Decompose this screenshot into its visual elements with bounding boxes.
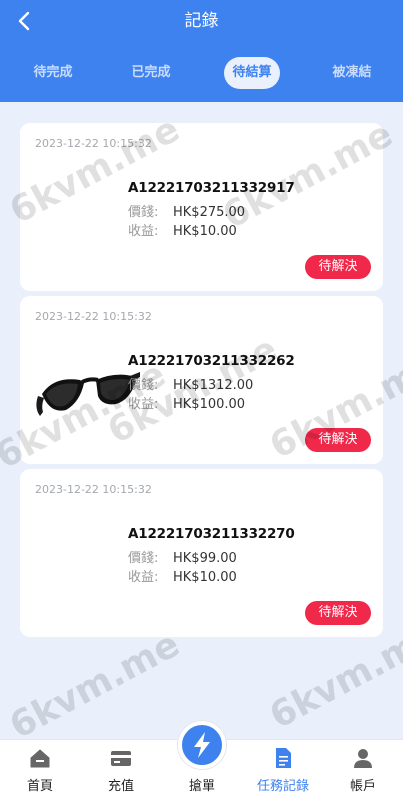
card-icon — [111, 751, 131, 766]
sunglasses-image — [36, 372, 140, 416]
nav-label: 搶單 — [188, 779, 215, 794]
status-tabs: 待完成 已完成 待結算 被凍結 — [0, 57, 403, 89]
status-button[interactable]: 待解決 — [305, 428, 371, 452]
order-number: A12221703211332917 — [128, 180, 295, 196]
income-row: 收益: HK$10.00 — [128, 220, 237, 239]
header-bar: 記錄 待完成 已完成 待結算 被凍結 — [0, 0, 403, 102]
order-number: A12221703211332262 — [128, 353, 295, 369]
record-card: 2023-12-22 10:15:32 A12221703211332917 價… — [20, 123, 383, 291]
price-row: 價錢: HK$99.00 — [128, 547, 237, 566]
nav-label: 帳戶 — [349, 779, 376, 794]
record-time: 2023-12-22 10:15:32 — [35, 137, 152, 150]
page-title: 記錄 — [184, 11, 219, 31]
tab-pending-complete[interactable]: 待完成 — [30, 57, 76, 89]
nav-home[interactable]: 首頁 — [0, 740, 80, 799]
user-icon — [354, 749, 372, 768]
document-icon — [276, 748, 291, 768]
price-label: 價錢: — [128, 378, 159, 393]
nav-recharge[interactable]: 充值 — [81, 740, 161, 799]
tab-pending-settlement[interactable]: 待結算 — [224, 57, 280, 89]
record-card: 2023-12-22 10:15:32 A12221703211332270 價… — [20, 469, 383, 637]
tab-completed[interactable]: 已完成 — [128, 57, 174, 89]
nav-label: 充值 — [107, 779, 134, 794]
grab-order-button[interactable] — [178, 721, 226, 769]
income-label: 收益: — [128, 570, 159, 585]
income-row: 收益: HK$100.00 — [128, 393, 245, 412]
price-row: 價錢: HK$1312.00 — [128, 374, 253, 393]
income-value: HK$10.00 — [173, 570, 237, 585]
income-row: 收益: HK$10.00 — [128, 566, 237, 585]
income-value: HK$100.00 — [173, 397, 246, 412]
price-value: HK$99.00 — [173, 551, 237, 566]
income-label: 收益: — [128, 397, 159, 412]
status-button[interactable]: 待解決 — [305, 255, 371, 279]
tab-frozen[interactable]: 被凍結 — [329, 57, 375, 89]
watermark: 6kvm.me — [3, 623, 187, 748]
nav-account[interactable]: 帳戶 — [323, 740, 403, 799]
nav-task-records[interactable]: 任務記錄 — [243, 740, 323, 799]
record-card: 2023-12-22 10:15:32 A12221703211332262 價… — [20, 296, 383, 464]
price-row: 價錢: HK$275.00 — [128, 201, 245, 220]
price-label: 價錢: — [128, 551, 159, 566]
record-time: 2023-12-22 10:15:32 — [35, 483, 152, 496]
order-number: A12221703211332270 — [128, 526, 295, 542]
status-button[interactable]: 待解決 — [305, 601, 371, 625]
nav-label: 任務記錄 — [256, 779, 309, 794]
nav-label: 首頁 — [26, 779, 53, 794]
income-value: HK$10.00 — [173, 224, 237, 239]
price-value: HK$1312.00 — [173, 378, 254, 393]
income-label: 收益: — [128, 224, 159, 239]
price-label: 價錢: — [128, 205, 159, 220]
lightning-icon — [194, 732, 210, 758]
home-icon — [30, 749, 50, 768]
record-time: 2023-12-22 10:15:32 — [35, 310, 152, 323]
price-value: HK$275.00 — [173, 205, 246, 220]
